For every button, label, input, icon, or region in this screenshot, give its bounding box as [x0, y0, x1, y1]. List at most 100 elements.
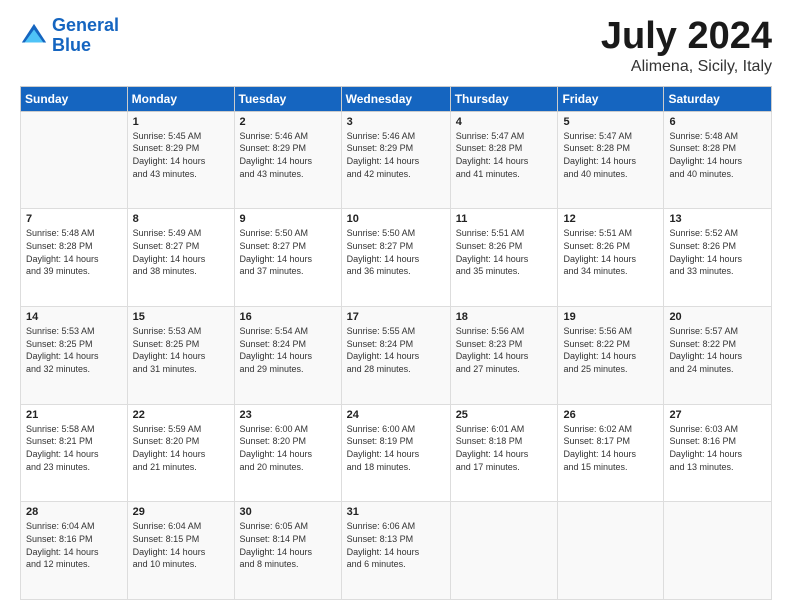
header: General Blue July 2024 Alimena, Sicily, …: [20, 16, 772, 76]
cell-text: Sunrise: 5:59 AM Sunset: 8:20 PM Dayligh…: [133, 423, 229, 473]
day-number: 2: [240, 116, 336, 128]
logo: General Blue: [20, 16, 119, 56]
day-number: 5: [563, 116, 658, 128]
calendar-cell: 23Sunrise: 6:00 AM Sunset: 8:20 PM Dayli…: [234, 404, 341, 502]
calendar-cell: 28 Sunrise: 6:04 AM Sunset: 8:16 PM Dayli…: [21, 502, 128, 600]
calendar-table: SundayMondayTuesdayWednesdayThursdayFrid…: [20, 86, 772, 600]
cell-text: Sunrise: 5:53 AM Sunset: 8:25 PM Dayligh…: [26, 325, 122, 375]
day-number: 9: [240, 213, 336, 225]
calendar-cell: 3Sunrise: 5:46 AM Sunset: 8:29 PM Daylig…: [341, 111, 450, 209]
calendar-cell: [450, 502, 558, 600]
cell-text: Sunrise: 6:00 AM Sunset: 8:20 PM Dayligh…: [240, 423, 336, 473]
week-row-3: 14 Sunrise: 5:53 AM Sunset: 8:25 PM Dayli…: [21, 307, 772, 405]
day-number: 4: [456, 116, 553, 128]
week-row-5: 28 Sunrise: 6:04 AM Sunset: 8:16 PM Dayli…: [21, 502, 772, 600]
cell-text: Sunrise: 5:52 AM Sunset: 8:26 PM Dayligh…: [669, 227, 766, 277]
calendar-cell: 2Sunrise: 5:46 AM Sunset: 8:29 PM Daylig…: [234, 111, 341, 209]
calendar-cell: 15 Sunrise: 5:53 AM Sunset: 8:25 PM Dayli…: [127, 307, 234, 405]
cell-text: Sunrise: 6:03 AM Sunset: 8:16 PM Dayligh…: [669, 423, 766, 473]
calendar-cell: 1 Sunrise: 5:45 AM Sunset: 8:29 PM Daylig…: [127, 111, 234, 209]
cell-text: Sunrise: 6:02 AM Sunset: 8:17 PM Dayligh…: [563, 423, 658, 473]
cell-text: Sunrise: 5:47 AM Sunset: 8:28 PM Dayligh…: [563, 130, 658, 180]
cell-text: Sunrise: 5:50 AM Sunset: 8:27 PM Dayligh…: [240, 227, 336, 277]
day-number: 12: [563, 213, 658, 225]
calendar-cell: 11 Sunrise: 5:51 AM Sunset: 8:26 PM Dayli…: [450, 209, 558, 307]
day-number: 24: [347, 409, 445, 421]
day-number: 14: [26, 311, 122, 323]
cell-text: Sunrise: 5:58 AM Sunset: 8:21 PM Dayligh…: [26, 423, 122, 473]
day-number: 20: [669, 311, 766, 323]
weekday-header-wednesday: Wednesday: [341, 86, 450, 111]
logo-icon: [20, 22, 48, 50]
calendar-cell: 25Sunrise: 6:01 AM Sunset: 8:18 PM Dayli…: [450, 404, 558, 502]
cell-text: Sunrise: 5:50 AM Sunset: 8:27 PM Dayligh…: [347, 227, 445, 277]
weekday-header-monday: Monday: [127, 86, 234, 111]
week-row-2: 7Sunrise: 5:48 AM Sunset: 8:28 PM Daylig…: [21, 209, 772, 307]
weekday-header-sunday: Sunday: [21, 86, 128, 111]
cell-text: Sunrise: 5:47 AM Sunset: 8:28 PM Dayligh…: [456, 130, 553, 180]
cell-text: Sunrise: 5:57 AM Sunset: 8:22 PM Dayligh…: [669, 325, 766, 375]
cell-text: Sunrise: 5:48 AM Sunset: 8:28 PM Dayligh…: [669, 130, 766, 180]
logo-line2: Blue: [52, 35, 91, 55]
weekday-header-thursday: Thursday: [450, 86, 558, 111]
calendar-cell: [664, 502, 772, 600]
logo-text: General Blue: [52, 16, 119, 56]
cell-text: Sunrise: 5:46 AM Sunset: 8:29 PM Dayligh…: [347, 130, 445, 180]
calendar-cell: 20 Sunrise: 5:57 AM Sunset: 8:22 PM Dayli…: [664, 307, 772, 405]
cell-text: Sunrise: 5:49 AM Sunset: 8:27 PM Dayligh…: [133, 227, 229, 277]
weekday-header-saturday: Saturday: [664, 86, 772, 111]
cell-text: Sunrise: 5:56 AM Sunset: 8:23 PM Dayligh…: [456, 325, 553, 375]
calendar-cell: 12 Sunrise: 5:51 AM Sunset: 8:26 PM Dayli…: [558, 209, 664, 307]
weekday-header-friday: Friday: [558, 86, 664, 111]
calendar-cell: 31Sunrise: 6:06 AM Sunset: 8:13 PM Dayli…: [341, 502, 450, 600]
day-number: 18: [456, 311, 553, 323]
logo-line1: General: [52, 15, 119, 35]
calendar-cell: 27 Sunrise: 6:03 AM Sunset: 8:16 PM Dayli…: [664, 404, 772, 502]
day-number: 1: [133, 116, 229, 128]
day-number: 17: [347, 311, 445, 323]
calendar-cell: 7Sunrise: 5:48 AM Sunset: 8:28 PM Daylig…: [21, 209, 128, 307]
cell-text: Sunrise: 5:55 AM Sunset: 8:24 PM Dayligh…: [347, 325, 445, 375]
week-row-1: 1 Sunrise: 5:45 AM Sunset: 8:29 PM Daylig…: [21, 111, 772, 209]
cell-text: Sunrise: 5:56 AM Sunset: 8:22 PM Dayligh…: [563, 325, 658, 375]
calendar-cell: 30Sunrise: 6:05 AM Sunset: 8:14 PM Dayli…: [234, 502, 341, 600]
day-number: 10: [347, 213, 445, 225]
calendar-cell: 9 Sunrise: 5:50 AM Sunset: 8:27 PM Daylig…: [234, 209, 341, 307]
day-number: 13: [669, 213, 766, 225]
calendar-cell: 10 Sunrise: 5:50 AM Sunset: 8:27 PM Dayli…: [341, 209, 450, 307]
day-number: 11: [456, 213, 553, 225]
cell-text: Sunrise: 5:51 AM Sunset: 8:26 PM Dayligh…: [563, 227, 658, 277]
day-number: 6: [669, 116, 766, 128]
day-number: 28: [26, 506, 122, 518]
day-number: 26: [563, 409, 658, 421]
calendar-cell: 13 Sunrise: 5:52 AM Sunset: 8:26 PM Dayli…: [664, 209, 772, 307]
calendar-cell: 18 Sunrise: 5:56 AM Sunset: 8:23 PM Dayli…: [450, 307, 558, 405]
cell-text: Sunrise: 6:04 AM Sunset: 8:16 PM Dayligh…: [26, 520, 122, 570]
day-number: 30: [240, 506, 336, 518]
calendar-cell: 21 Sunrise: 5:58 AM Sunset: 8:21 PM Dayli…: [21, 404, 128, 502]
calendar-cell: [21, 111, 128, 209]
page: General Blue July 2024 Alimena, Sicily, …: [0, 0, 792, 612]
weekday-row: SundayMondayTuesdayWednesdayThursdayFrid…: [21, 86, 772, 111]
main-title: July 2024: [601, 16, 772, 58]
cell-text: Sunrise: 5:45 AM Sunset: 8:29 PM Dayligh…: [133, 130, 229, 180]
calendar-cell: 16Sunrise: 5:54 AM Sunset: 8:24 PM Dayli…: [234, 307, 341, 405]
cell-text: Sunrise: 5:53 AM Sunset: 8:25 PM Dayligh…: [133, 325, 229, 375]
calendar-cell: 26 Sunrise: 6:02 AM Sunset: 8:17 PM Dayli…: [558, 404, 664, 502]
calendar-cell: [558, 502, 664, 600]
calendar-cell: 14 Sunrise: 5:53 AM Sunset: 8:25 PM Dayli…: [21, 307, 128, 405]
calendar-cell: 24Sunrise: 6:00 AM Sunset: 8:19 PM Dayli…: [341, 404, 450, 502]
calendar-body: 1 Sunrise: 5:45 AM Sunset: 8:29 PM Daylig…: [21, 111, 772, 599]
calendar-cell: 29Sunrise: 6:04 AM Sunset: 8:15 PM Dayli…: [127, 502, 234, 600]
day-number: 27: [669, 409, 766, 421]
day-number: 16: [240, 311, 336, 323]
day-number: 21: [26, 409, 122, 421]
calendar-cell: 4 Sunrise: 5:47 AM Sunset: 8:28 PM Daylig…: [450, 111, 558, 209]
calendar-cell: 5 Sunrise: 5:47 AM Sunset: 8:28 PM Daylig…: [558, 111, 664, 209]
calendar-cell: 22 Sunrise: 5:59 AM Sunset: 8:20 PM Dayli…: [127, 404, 234, 502]
cell-text: Sunrise: 5:51 AM Sunset: 8:26 PM Dayligh…: [456, 227, 553, 277]
week-row-4: 21 Sunrise: 5:58 AM Sunset: 8:21 PM Dayli…: [21, 404, 772, 502]
day-number: 22: [133, 409, 229, 421]
day-number: 15: [133, 311, 229, 323]
cell-text: Sunrise: 6:01 AM Sunset: 8:18 PM Dayligh…: [456, 423, 553, 473]
